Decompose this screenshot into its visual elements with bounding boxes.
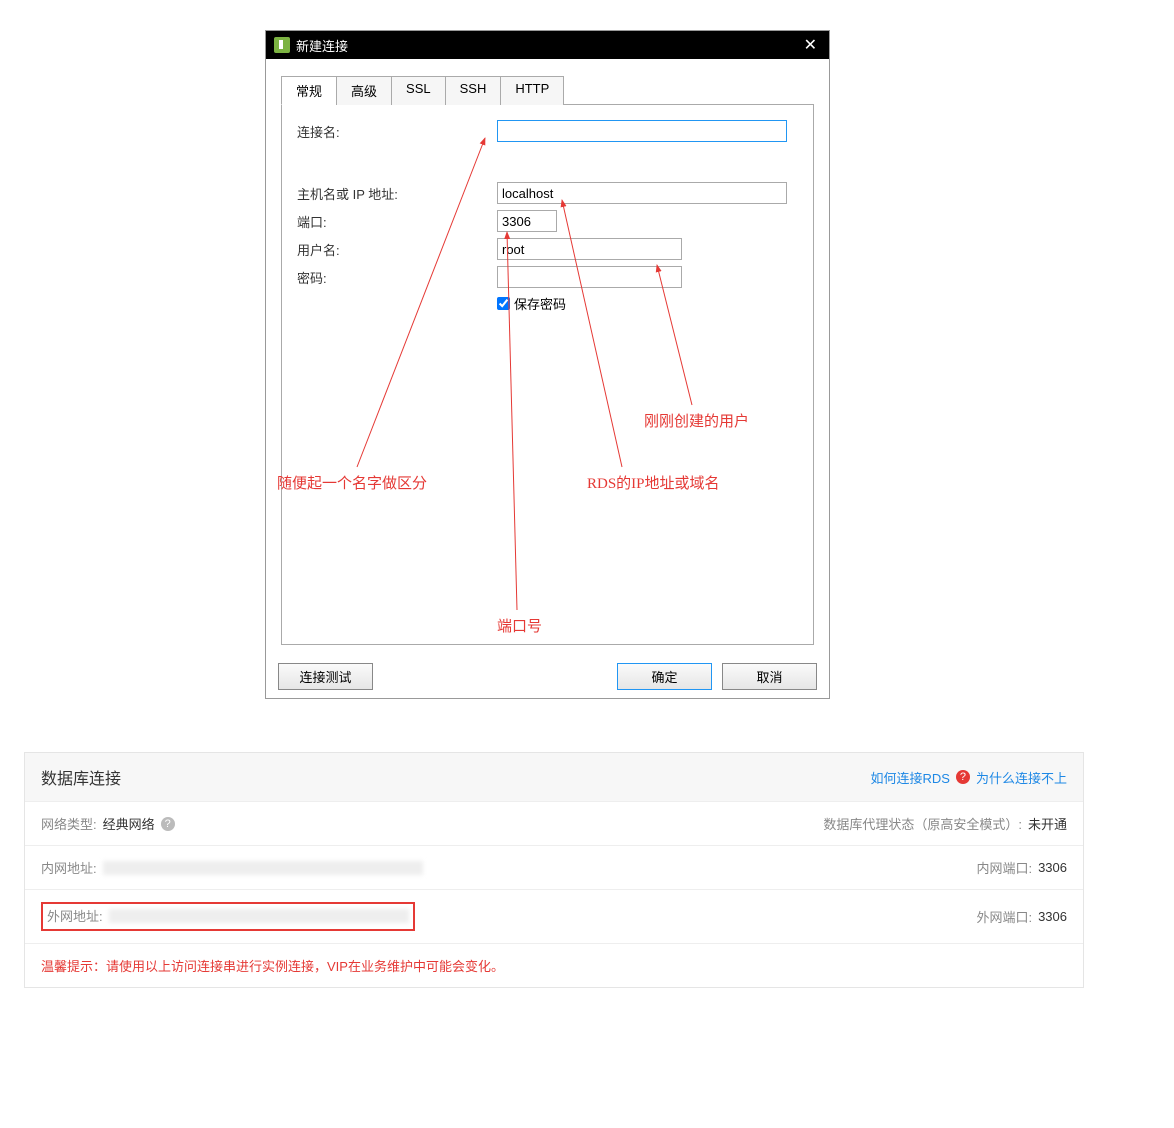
host-label: 主机名或 IP 地址: [297, 184, 497, 203]
inner-addr-label: 内网地址: [41, 858, 97, 877]
tab-http[interactable]: HTTP [500, 76, 564, 105]
tabs: 常规 高级 SSL SSH HTTP [281, 75, 814, 105]
outer-addr-value-blurred [109, 909, 409, 923]
net-type-value: 经典网络 [103, 814, 155, 833]
cancel-button[interactable]: 取消 [722, 663, 817, 690]
help-icon: ? [956, 770, 970, 784]
port-input[interactable] [497, 210, 557, 232]
inner-port-value: 3306 [1038, 860, 1067, 875]
host-input[interactable] [497, 182, 787, 204]
ok-button[interactable]: 确定 [617, 663, 712, 690]
app-icon [274, 37, 290, 53]
outer-addr-row: 外网地址: 外网端口: 3306 [25, 890, 1083, 944]
inner-port-label: 内网端口: [976, 858, 1032, 877]
user-input[interactable] [497, 238, 682, 260]
inner-addr-value-blurred [103, 861, 423, 875]
info-icon: ? [161, 817, 175, 831]
annot-host: RDS的IP地址或域名 [587, 472, 720, 493]
panel-title: 数据库连接 [41, 765, 121, 789]
tab-advanced[interactable]: 高级 [336, 76, 392, 105]
new-connection-dialog: 新建连接 ✕ 常规 高级 SSL SSH HTTP 连接名: 主机名或 IP 地… [265, 30, 830, 699]
annot-name: 随便起一个名字做区分 [277, 472, 427, 493]
panel-header: 数据库连接 如何连接RDS ? 为什么连接不上 [25, 753, 1083, 802]
dialog-title: 新建连接 [296, 36, 348, 55]
pass-input[interactable] [497, 266, 682, 288]
annot-port: 端口号 [497, 615, 542, 636]
proxy-value: 未开通 [1028, 814, 1067, 833]
outer-addr-highlight: 外网地址: [41, 902, 415, 931]
outer-addr-label: 外网地址: [47, 906, 103, 925]
annot-user: 刚刚创建的用户 [644, 410, 749, 431]
inner-addr-row: 内网地址: 内网端口: 3306 [25, 846, 1083, 890]
save-pass-checkbox[interactable] [497, 297, 510, 310]
user-label: 用户名: [297, 240, 497, 259]
tab-ssh[interactable]: SSH [445, 76, 502, 105]
tab-ssl[interactable]: SSL [391, 76, 446, 105]
conn-name-input[interactable] [497, 120, 787, 142]
net-type-row: 网络类型: 经典网络 ? 数据库代理状态（原高安全模式）: 未开通 [25, 802, 1083, 846]
test-connection-button[interactable]: 连接测试 [278, 663, 373, 690]
conn-name-label: 连接名: [297, 122, 497, 141]
how-connect-link[interactable]: 如何连接RDS [871, 768, 950, 787]
pass-label: 密码: [297, 268, 497, 287]
close-icon[interactable]: ✕ [800, 35, 821, 55]
db-connection-panel: 数据库连接 如何连接RDS ? 为什么连接不上 网络类型: 经典网络 ? 数据库… [24, 752, 1084, 988]
tip-text: 温馨提示：请使用以上访问连接串进行实例连接，VIP在业务维护中可能会变化。 [25, 944, 1083, 987]
dialog-actions: 连接测试 确定 取消 [266, 655, 829, 698]
proxy-label: 数据库代理状态（原高安全模式）: [823, 814, 1022, 833]
net-type-label: 网络类型: [41, 814, 97, 833]
tab-general[interactable]: 常规 [281, 76, 337, 105]
port-label: 端口: [297, 212, 497, 231]
outer-port-label: 外网端口: [976, 907, 1032, 926]
outer-port-value: 3306 [1038, 909, 1067, 924]
why-fail-link[interactable]: 为什么连接不上 [976, 768, 1067, 787]
save-pass-label: 保存密码 [514, 294, 566, 313]
titlebar: 新建连接 ✕ [266, 31, 829, 59]
form-area: 连接名: 主机名或 IP 地址: 端口: 用户名: 密码: 保存密码 [281, 105, 814, 645]
